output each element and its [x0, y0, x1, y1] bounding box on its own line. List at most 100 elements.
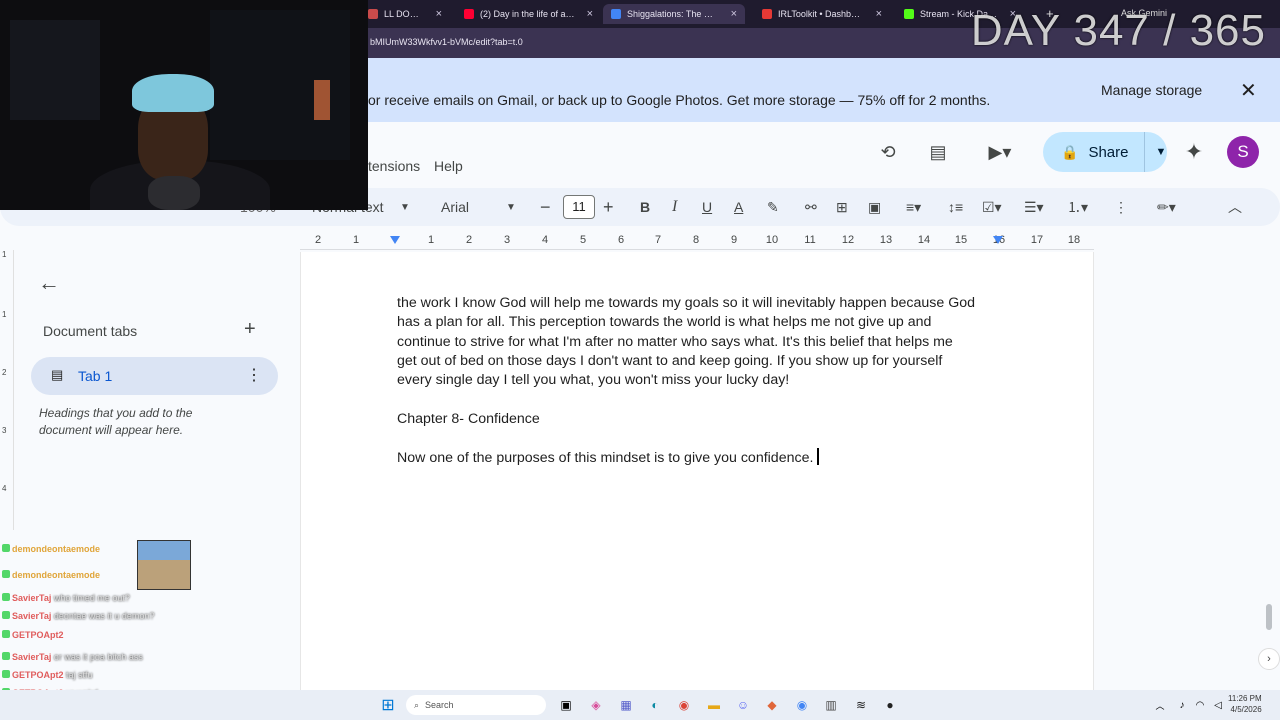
manage-storage-button[interactable]: Manage storage [1101, 82, 1202, 98]
bold-button[interactable]: B [640, 196, 650, 218]
wifi-icon[interactable]: ◠ [1190, 695, 1210, 715]
volume-icon[interactable]: ◁ [1208, 695, 1228, 715]
webcam-overlay [0, 0, 368, 210]
browser-tab-label: Shiggalations: The Mindset [627, 9, 719, 19]
tray-chevron-icon[interactable]: ︿ [1150, 695, 1170, 715]
close-icon[interactable]: ✕ [1240, 78, 1257, 103]
style-dropdown-icon[interactable]: ▼ [400, 196, 410, 218]
italic-button[interactable]: I [672, 196, 677, 218]
tab-more-icon[interactable]: ⋮ [246, 365, 262, 385]
chat-text: deontae was it u demon? [53, 611, 155, 621]
browser-tab[interactable]: Shiggalations: The Mindset × [603, 4, 745, 24]
editing-mode-icon[interactable]: ✏▾ [1157, 196, 1176, 218]
scroll-right-icon[interactable]: › [1258, 648, 1280, 670]
share-label: Share [1088, 143, 1129, 161]
horizontal-ruler[interactable]: 21123456789101112131415161718 [300, 232, 1094, 250]
tab-close-icon[interactable]: × [587, 8, 593, 20]
windows-taskbar: ⊞ ⌕ Search ▣ ◈ ▦ ◐ ◉ ▬ ☺ ◆ ◉ ▥ ≋ ● ︿ ♪ ◠… [0, 690, 1280, 720]
meet-icon[interactable]: ▶▾ [980, 140, 1020, 164]
chat-username: SavierTaj [12, 611, 52, 621]
mic-tray-icon[interactable]: ♪ [1172, 695, 1192, 715]
day-counter-overlay: DAY 347 / 365 [970, 6, 1266, 55]
insert-image-icon[interactable]: ▣ [868, 196, 881, 218]
text-color-button[interactable]: A [734, 196, 743, 218]
taskbar-search-label: Search [425, 700, 454, 710]
chat-text: or was it poa bitch ass [53, 652, 143, 662]
edge-icon[interactable]: ◐ [645, 695, 665, 715]
chat-badge-icon [2, 652, 10, 660]
document-tabs-title: Document tabs [43, 323, 138, 339]
collapse-menus-icon[interactable]: ︿ [1228, 196, 1242, 218]
last-line-text[interactable]: Now one of the purposes of this mindset … [397, 450, 813, 466]
comments-icon[interactable]: ▤ [926, 140, 950, 164]
add-comment-icon[interactable]: ⊞ [836, 196, 848, 218]
terminal-icon[interactable]: ≋ [851, 695, 871, 715]
chat-badge-icon [2, 611, 10, 619]
task-view-icon[interactable]: ▣ [556, 695, 576, 715]
tab-item-tab-1[interactable]: ▤ Tab 1 ⋮ [31, 357, 278, 395]
copilot-icon[interactable]: ◈ [586, 695, 606, 715]
link-icon[interactable]: ⚯ [805, 196, 817, 218]
obs-icon[interactable]: ▥ [821, 695, 841, 715]
document-tabs-panel: ← Document tabs + ▤ Tab 1 ⋮ Headings tha… [16, 250, 300, 540]
browser-tab[interactable]: LL DOGGAGE - × [360, 4, 450, 24]
vertical-ruler: 1 1 2 3 4 [0, 250, 14, 530]
body-line[interactable]: get out of bed on those days I don't wan… [397, 352, 997, 371]
back-arrow-icon[interactable]: ← [38, 270, 60, 296]
file-explorer-icon[interactable]: ▬ [704, 695, 724, 715]
checklist-icon[interactable]: ☑▾ [982, 196, 1002, 218]
taskbar-search[interactable]: ⌕ Search [406, 695, 546, 715]
recording-app-icon[interactable]: ● [880, 695, 900, 715]
ruler-tick: 10 [765, 234, 779, 246]
chrome-icon[interactable]: ◉ [674, 695, 694, 715]
tab-close-icon[interactable]: × [876, 8, 882, 20]
tab-close-icon[interactable]: × [436, 8, 442, 20]
browser-tab[interactable]: (2) Day in the life of a young × [456, 4, 601, 24]
teams-icon[interactable]: ▦ [616, 695, 636, 715]
chat-badge-icon [2, 593, 10, 601]
tab-close-icon[interactable]: × [731, 8, 737, 20]
document-body[interactable]: the work I know God will help me towards… [397, 294, 997, 469]
version-history-icon[interactable]: ⟲ [876, 140, 900, 164]
menu-extensions[interactable]: tensions [368, 158, 420, 174]
bulleted-list-icon[interactable]: ☰▾ [1024, 196, 1044, 218]
body-line-last[interactable]: Now one of the purposes of this mindset … [397, 448, 997, 468]
discord-icon[interactable]: ☺ [733, 695, 753, 715]
line-spacing-icon[interactable]: ↕≡ [948, 196, 963, 218]
ruler-tick: 15 [954, 234, 968, 246]
body-line[interactable]: has a plan for all. This perception towa… [397, 313, 997, 332]
avatar[interactable]: S [1227, 136, 1259, 168]
browser-tab[interactable]: IRLToolkit • Dashboard × [754, 4, 890, 24]
text-cursor [817, 448, 820, 466]
share-dropdown-icon[interactable]: ▼ [1144, 132, 1166, 172]
add-tab-icon[interactable]: + [244, 318, 256, 341]
document-page[interactable]: the work I know God will help me towards… [300, 252, 1094, 720]
chapter-heading[interactable]: Chapter 8- Confidence [397, 410, 997, 429]
ruler-tick: 18 [1067, 234, 1081, 246]
numbered-list-icon[interactable]: ⒈▾ [1067, 196, 1088, 218]
tab-favicon-icon [611, 9, 621, 19]
underline-button[interactable]: U [702, 196, 712, 218]
scrollbar[interactable] [1266, 604, 1272, 630]
menu-help[interactable]: Help [434, 158, 463, 174]
share-button[interactable]: 🔒 Share ▼ [1043, 132, 1167, 172]
taskbar-clock[interactable]: 11:26 PM 4/5/2026 [1228, 693, 1262, 715]
highlight-icon[interactable]: ✎ [767, 196, 779, 218]
increase-font-size-button[interactable]: + [603, 196, 614, 218]
font-size-input[interactable]: 11 [563, 195, 595, 219]
body-line[interactable]: continue to strive for what I'm after no… [397, 333, 997, 352]
align-icon[interactable]: ≡▾ [906, 196, 921, 218]
ruler-tick: 14 [917, 234, 931, 246]
app-icon[interactable]: ◆ [762, 695, 782, 715]
decrease-font-size-button[interactable]: − [540, 196, 551, 218]
chrome-profile-icon[interactable]: ◉ [792, 695, 812, 715]
gemini-icon[interactable]: ✦ [1182, 139, 1206, 164]
body-line[interactable]: the work I know God will help me towards… [397, 294, 997, 313]
url-text[interactable]: bMIUmW33Wkfvv1-bVMc/edit?tab=t.0 [370, 37, 523, 47]
start-icon[interactable]: ⊞ [378, 695, 398, 715]
body-line[interactable]: every single day I tell you what, you wo… [397, 371, 997, 390]
font-dropdown-icon[interactable]: ▼ [506, 196, 516, 218]
left-indent-marker[interactable] [390, 236, 400, 244]
font-select[interactable]: Arial [441, 196, 469, 218]
more-options-icon[interactable]: ⋮ [1114, 196, 1128, 218]
